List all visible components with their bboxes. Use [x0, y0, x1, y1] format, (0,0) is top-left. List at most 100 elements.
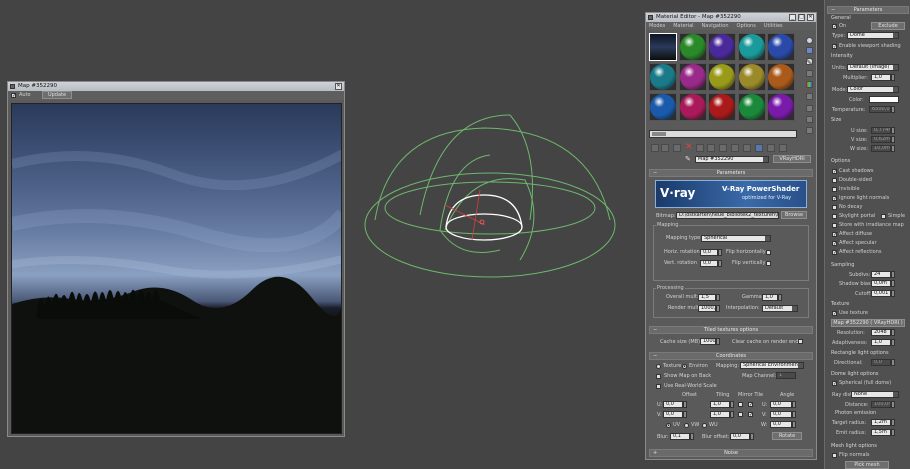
affect-specular-checkbox[interactable]: ✓	[832, 241, 837, 247]
resolution-spinner[interactable]	[891, 329, 895, 336]
sample-slot[interactable]	[708, 33, 736, 61]
show-map-on-back-checkbox[interactable]	[656, 374, 661, 379]
show-end-result-icon[interactable]	[755, 144, 763, 152]
map-window-titlebar[interactable]: Map #352290 ✕	[8, 82, 344, 91]
emit-radius-spinner[interactable]	[891, 429, 895, 436]
minimize-icon[interactable]: _	[789, 14, 796, 21]
slots-scrollbar[interactable]	[649, 130, 797, 138]
sample-slot[interactable]	[737, 33, 766, 61]
backlight-icon[interactable]	[806, 47, 813, 54]
cache-size-field[interactable]: 1000	[700, 338, 716, 345]
wsize-field[interactable]: 10,0m	[871, 145, 891, 152]
menu-utilities[interactable]: Utilities	[764, 22, 783, 30]
gamma-spinner[interactable]	[778, 294, 782, 301]
coord-mapping-dropdown[interactable]: Spherical Environment	[740, 362, 804, 369]
gamma-field[interactable]: 1,0	[762, 294, 778, 301]
v-offset-spinner[interactable]	[683, 411, 687, 418]
wu-radio[interactable]	[702, 423, 707, 428]
make-preview-icon[interactable]	[806, 93, 813, 100]
u-mirror-checkbox[interactable]	[738, 402, 743, 407]
usize-field[interactable]: 0,774m	[871, 127, 891, 134]
render-mult-spinner[interactable]	[716, 305, 720, 312]
browse-button[interactable]: Browse	[781, 211, 807, 219]
interpolation-dropdown[interactable]: Default	[762, 305, 798, 312]
subdivs-field[interactable]: 24	[871, 271, 891, 278]
multiplier-spinner[interactable]	[891, 74, 895, 81]
u-tile-checkbox[interactable]: ✓	[748, 402, 753, 408]
sample-slot[interactable]	[737, 93, 766, 121]
adaptiveness-spinner[interactable]	[891, 339, 895, 346]
show-in-viewport-icon[interactable]	[743, 144, 751, 152]
go-to-parent-icon[interactable]	[767, 144, 775, 152]
sample-slot[interactable]	[737, 63, 766, 91]
eyedropper-icon[interactable]: ✎	[685, 155, 691, 163]
cast-shadows-checkbox[interactable]: ✓	[832, 169, 837, 175]
cache-size-spinner[interactable]	[716, 338, 720, 345]
material-id-icon[interactable]	[731, 144, 739, 152]
blur-spinner[interactable]	[690, 433, 694, 440]
menu-options[interactable]: Options	[737, 22, 756, 30]
put-to-library-icon[interactable]	[719, 144, 727, 152]
v-offset-field[interactable]: 0,0	[663, 411, 683, 418]
v-tiling-field[interactable]: 1,0	[710, 411, 730, 418]
simple-checkbox[interactable]	[881, 214, 886, 219]
w-angle-field[interactable]: 0,0	[770, 421, 792, 428]
units-dropdown[interactable]: Default (image)	[847, 64, 899, 71]
multiplier-field[interactable]: 1,0	[871, 74, 891, 81]
sample-slot[interactable]	[767, 63, 795, 91]
sample-slot[interactable]	[767, 93, 795, 121]
put-to-scene-icon[interactable]	[661, 144, 669, 152]
cutoff-spinner[interactable]	[891, 290, 895, 297]
mode-dropdown[interactable]: Color	[847, 86, 899, 93]
shadow-bias-spinner[interactable]	[891, 280, 895, 287]
pick-mesh-button[interactable]: Pick mesh	[845, 461, 889, 469]
noise-rollout-header[interactable]: + Noise	[649, 449, 813, 457]
menu-modes[interactable]: Modes	[649, 22, 665, 30]
no-decay-checkbox[interactable]	[832, 205, 837, 210]
flip-horizontally-checkbox[interactable]	[766, 250, 771, 255]
store-irradiance-checkbox[interactable]	[832, 223, 837, 228]
ray-dist-dropdown[interactable]: None	[851, 391, 899, 398]
type-dropdown[interactable]: Dome	[847, 32, 899, 39]
sample-slot[interactable]	[767, 33, 795, 61]
material-map-navigator-icon[interactable]	[806, 127, 813, 134]
u-offset-field[interactable]: 0,0	[663, 401, 683, 408]
map-channel-field[interactable]: 1	[776, 372, 796, 379]
menu-navigation[interactable]: Navigation	[702, 22, 729, 30]
texture-map-button[interactable]: Map #352290 ( VRayHDRI )	[831, 319, 905, 327]
make-unique-icon[interactable]	[707, 144, 715, 152]
assign-material-icon[interactable]	[673, 144, 681, 152]
uv-tiling-icon[interactable]	[806, 70, 813, 77]
close-icon[interactable]: ✕	[807, 14, 814, 21]
clear-cache-checkbox[interactable]	[798, 339, 803, 344]
maximize-icon[interactable]: □	[798, 14, 805, 21]
vw-radio[interactable]	[684, 423, 689, 428]
update-button[interactable]: Update	[42, 91, 72, 99]
material-editor-titlebar[interactable]: Material Editor - Map #352290 _ □ ✕	[646, 13, 816, 22]
exclude-button[interactable]: Exclude	[871, 22, 905, 30]
render-mult-field[interactable]: 1000,0	[698, 305, 716, 312]
overall-mult-spinner[interactable]	[716, 294, 720, 301]
auto-checkbox[interactable]: ✓	[11, 93, 16, 99]
color-swatch[interactable]	[869, 96, 899, 103]
directional-field[interactable]: 0,0	[871, 359, 891, 366]
sample-slot[interactable]	[678, 33, 707, 61]
menu-material[interactable]: Material	[673, 22, 693, 30]
vsize-field[interactable]: 0,62m	[871, 136, 891, 143]
sample-slot[interactable]	[649, 63, 677, 91]
affect-reflections-checkbox[interactable]: ✓	[832, 250, 837, 256]
use-texture-checkbox[interactable]: ✓	[832, 311, 837, 317]
flip-normals-checkbox[interactable]	[832, 453, 837, 458]
sample-slot[interactable]	[649, 93, 677, 121]
v-angle-field[interactable]: 0,0	[770, 411, 792, 418]
bitmap-path-field[interactable]: D:\ostkarten\neue_bibliotek2_texturen\hd…	[676, 212, 779, 219]
u-offset-spinner[interactable]	[683, 401, 687, 408]
sample-type-icon[interactable]	[806, 37, 813, 44]
w-angle-spinner[interactable]	[792, 421, 796, 428]
resolution-field[interactable]: 2048	[871, 329, 891, 336]
blur-offset-field[interactable]: 0,0	[730, 433, 750, 440]
sample-slot-active[interactable]	[649, 33, 677, 61]
u-tiling-spinner[interactable]	[730, 401, 734, 408]
copy-material-icon[interactable]	[696, 144, 704, 152]
sample-slot[interactable]	[708, 93, 736, 121]
